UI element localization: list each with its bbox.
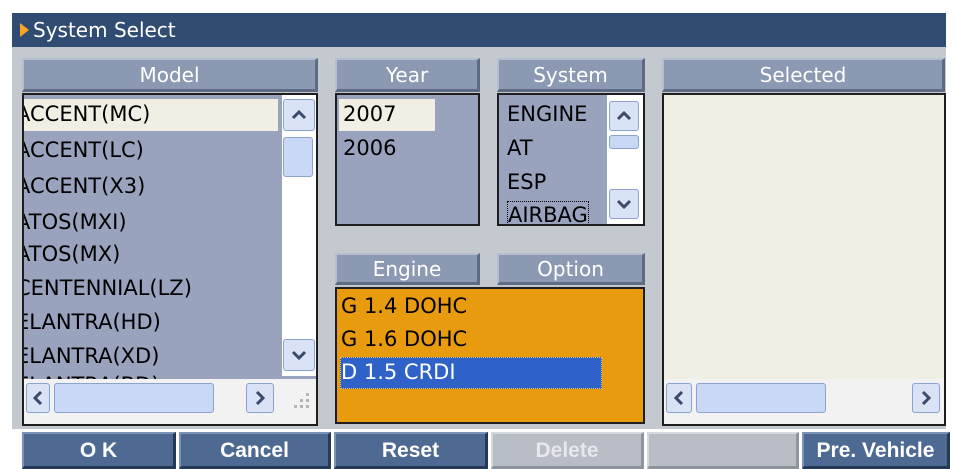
chevron-down-icon[interactable] (283, 339, 315, 371)
list-item[interactable]: CENTENNIAL(LZ) (24, 273, 192, 303)
chevron-left-icon[interactable] (26, 383, 50, 413)
cancel-button[interactable]: Cancel (179, 432, 331, 469)
option-header: Option (497, 253, 645, 285)
model-scroll-thumb[interactable] (283, 137, 313, 177)
system-header: System (497, 58, 645, 92)
list-item[interactable]: ATOS(MX) (24, 239, 120, 269)
window-title: System Select (33, 18, 176, 42)
selected-horizontal-scrollbar[interactable] (664, 379, 944, 424)
list-item[interactable]: ELANTRA(HD) (24, 307, 161, 337)
system-vertical-scrollbar[interactable] (607, 95, 643, 224)
list-item[interactable]: G 1.4 DOHC (341, 291, 467, 321)
chevron-right-icon[interactable] (246, 383, 274, 413)
selected-header: Selected (662, 58, 945, 92)
system-scroll-thumb[interactable] (609, 135, 639, 149)
year-list[interactable]: 2007 2006 (335, 93, 480, 226)
list-item[interactable]: ESP (507, 167, 546, 197)
list-item[interactable]: D 1.5 CRDI (341, 357, 456, 387)
reset-button[interactable]: Reset (334, 432, 488, 469)
window-title-bar: System Select (12, 13, 946, 47)
chevron-up-icon[interactable] (609, 101, 639, 131)
model-horizontal-scrollbar[interactable] (24, 379, 282, 424)
list-item[interactable]: 2006 (343, 133, 396, 163)
pre-vehicle-button[interactable]: Pre. Vehicle (802, 432, 950, 469)
chevron-up-icon[interactable] (283, 99, 315, 131)
list-item[interactable]: AIRBAG (507, 201, 589, 224)
year-header: Year (335, 58, 480, 92)
model-header: Model (22, 58, 318, 92)
chevron-down-icon[interactable] (609, 189, 639, 219)
list-item[interactable]: ATOS(MXI) (24, 207, 127, 237)
resize-grip-icon[interactable] (282, 379, 316, 424)
delete-button[interactable]: Delete (491, 432, 644, 469)
list-item[interactable]: G 1.6 DOHC (341, 324, 467, 354)
list-item[interactable]: ACCENT(LC) (24, 135, 144, 165)
list-item[interactable]: ACCENT(MC) (24, 99, 150, 129)
selected-hscroll-thumb[interactable] (696, 383, 826, 413)
list-item[interactable]: 2007 (343, 99, 396, 129)
engine-header: Engine (335, 253, 480, 285)
model-list[interactable]: ACCENT(MC) ACCENT(LC) ACCENT(X3) ATOS(MX… (22, 93, 318, 426)
system-list[interactable]: ENGINE AT ESP AIRBAG (497, 93, 645, 226)
engine-list[interactable]: G 1.4 DOHC G 1.6 DOHC D 1.5 CRDI (335, 287, 645, 424)
list-item[interactable]: ELANTRA(XD) (24, 341, 159, 371)
chevron-left-icon[interactable] (666, 383, 692, 413)
ok-button[interactable]: O K (22, 432, 176, 469)
list-item[interactable]: AT (507, 133, 533, 163)
model-vertical-scrollbar[interactable] (282, 95, 316, 376)
blank-button[interactable] (647, 432, 799, 469)
selected-list[interactable] (662, 93, 946, 426)
chevron-right-icon[interactable] (912, 383, 940, 413)
list-item[interactable]: ENGINE (507, 99, 587, 129)
triangle-right-icon (20, 23, 29, 37)
model-hscroll-thumb[interactable] (54, 383, 214, 413)
list-item[interactable]: ACCENT(X3) (24, 171, 145, 201)
